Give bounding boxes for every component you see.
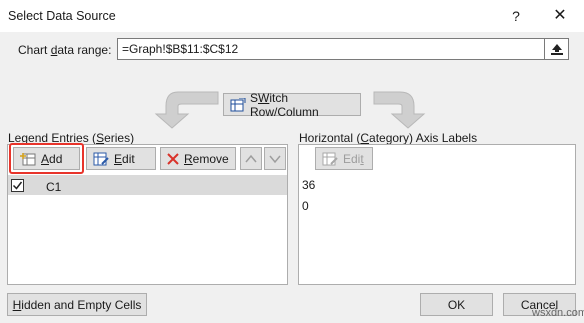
checkmark-icon [12, 181, 23, 190]
add-button-highlight [9, 143, 84, 174]
axis-label-item: 0 [302, 199, 309, 213]
series-checkbox[interactable] [11, 179, 24, 192]
switch-row-column-label: SWitch Row/Column [250, 90, 319, 119]
move-up-button[interactable] [240, 147, 262, 170]
edit-series-button[interactable]: Edit [86, 147, 156, 170]
axis-label-item: 36 [302, 178, 316, 192]
title-bar: Select Data Source ? ✕ [0, 0, 584, 32]
edit-series-icon [93, 152, 109, 165]
axis-labels-label: Horizontal (Category) Axis Labels [299, 131, 478, 145]
chart-data-range-label: Chart data range: [18, 43, 112, 57]
chart-data-range-input[interactable]: =Graph!$B$11:$C$12 [117, 38, 545, 60]
switch-row-column-icon [230, 97, 246, 111]
move-down-button[interactable] [264, 147, 286, 170]
help-button[interactable]: ? [506, 6, 526, 26]
ok-button[interactable]: OK [420, 293, 493, 316]
edit-series-label: Edit [114, 151, 135, 166]
series-name: C1 [46, 180, 62, 194]
collapse-range-button[interactable] [544, 38, 569, 60]
edit-axis-labels-label: Edit [343, 151, 364, 166]
edit-axis-labels-button[interactable]: Edit [315, 147, 373, 170]
hidden-empty-cells-button[interactable]: Hidden and Empty Cells [7, 293, 147, 316]
switch-row-column-button[interactable]: SWitch Row/Column [223, 90, 361, 119]
remove-series-label: Remove [184, 151, 229, 166]
remove-x-icon [167, 152, 179, 165]
chevron-up-icon [245, 154, 257, 162]
chevron-down-icon [269, 155, 281, 163]
remove-series-button[interactable]: Remove [160, 147, 236, 170]
close-button[interactable]: ✕ [548, 5, 572, 27]
watermark-text: wsxdn.com [532, 307, 584, 319]
collapse-dialog-icon [550, 44, 563, 55]
dialog-title: Select Data Source [8, 9, 116, 23]
edit-axis-icon [322, 152, 338, 165]
